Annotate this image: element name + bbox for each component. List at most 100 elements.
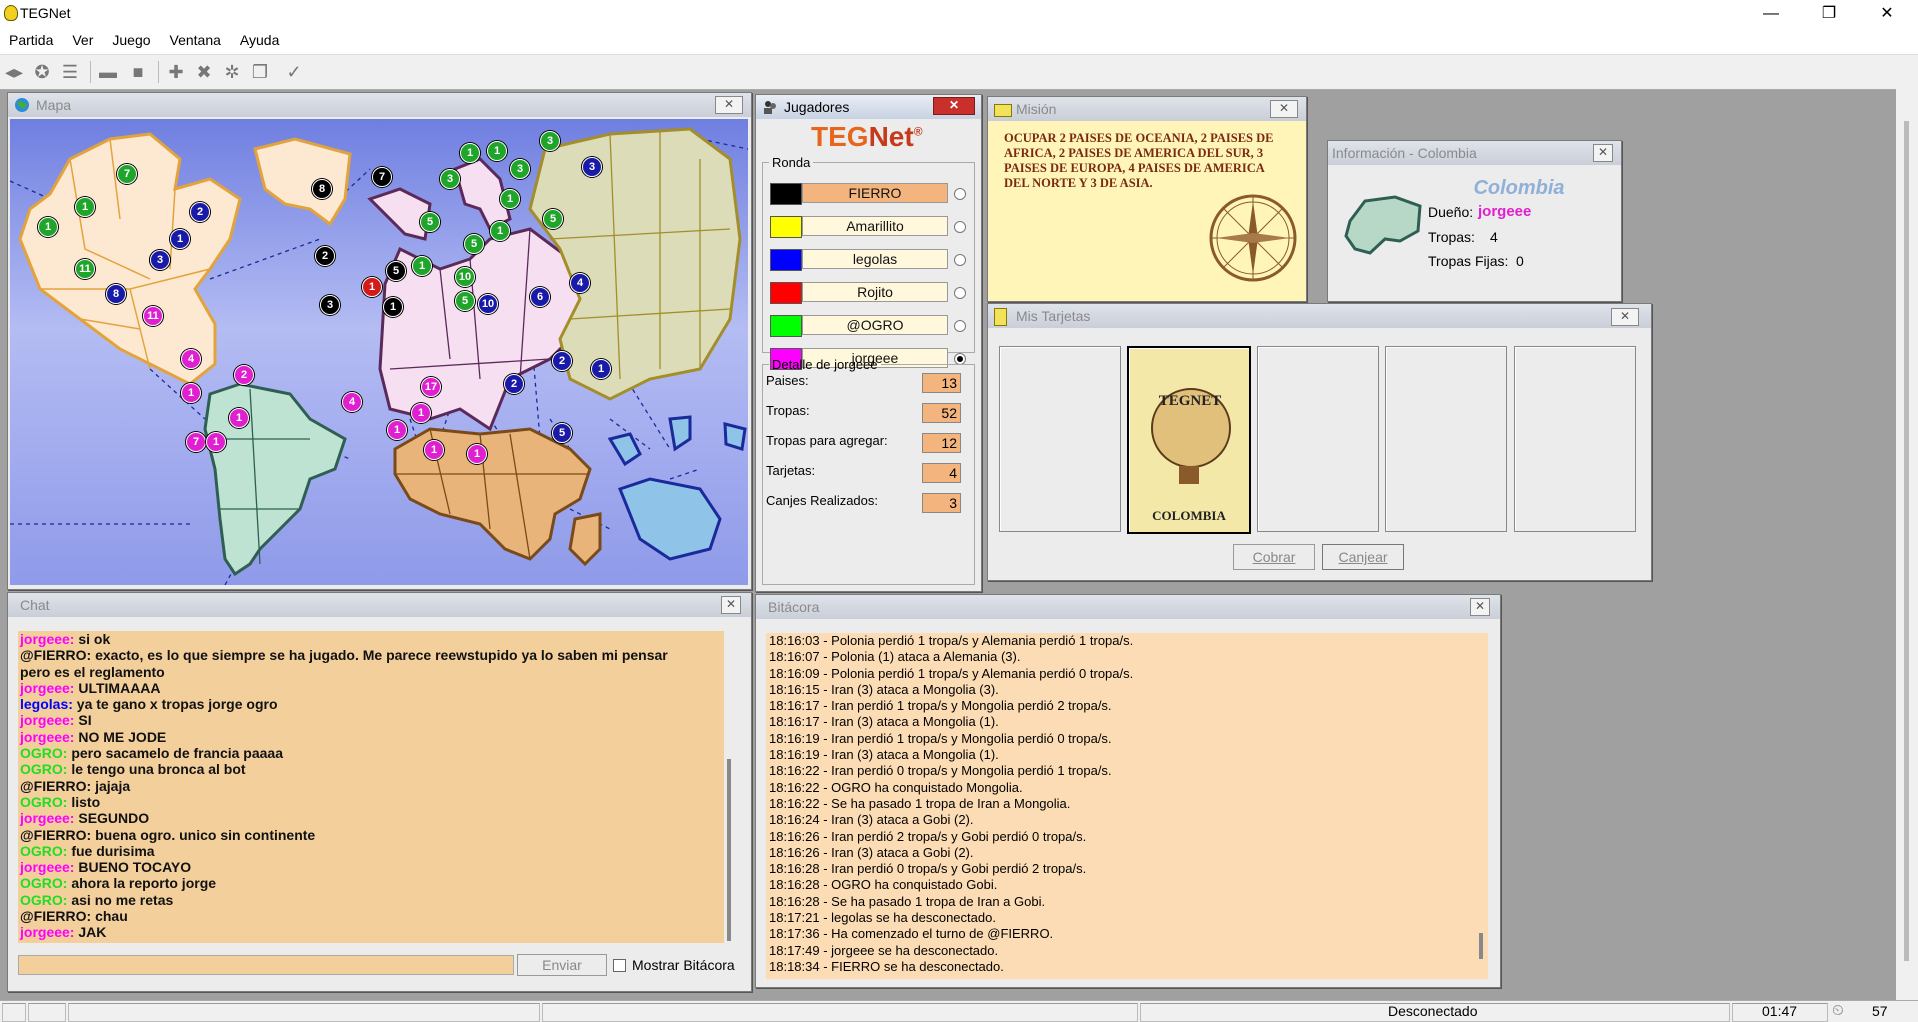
cross-icon[interactable]: ✖ xyxy=(192,61,216,83)
army-marker[interactable]: 1 xyxy=(383,297,403,317)
army-marker[interactable]: 2 xyxy=(190,202,210,222)
log-line: 18:16:22 - Iran perdió 0 tropa/s y Mongo… xyxy=(769,763,1112,779)
connect-icon[interactable]: ◂▸ xyxy=(2,61,26,83)
player-row[interactable]: Rojito xyxy=(770,280,966,304)
player-radio[interactable] xyxy=(954,221,966,233)
army-marker[interactable]: 1 xyxy=(75,197,95,217)
army-marker[interactable]: 3 xyxy=(540,131,560,151)
army-marker[interactable]: 5 xyxy=(455,291,475,311)
player-radio[interactable] xyxy=(954,320,966,332)
army-marker[interactable]: 1 xyxy=(487,141,507,161)
army-marker[interactable]: 7 xyxy=(186,432,206,452)
army-marker[interactable]: 1 xyxy=(229,408,249,428)
army-marker[interactable]: 1 xyxy=(460,143,480,163)
card-slot-4[interactable] xyxy=(1385,346,1507,532)
army-marker[interactable]: 1 xyxy=(206,432,226,452)
army-marker[interactable]: 1 xyxy=(424,440,444,460)
army-marker[interactable]: 1 xyxy=(181,383,201,403)
army-marker[interactable]: 1 xyxy=(500,189,520,209)
card-slot-1[interactable] xyxy=(999,346,1121,532)
right-scrollbar[interactable] xyxy=(1896,89,1918,1000)
army-marker[interactable]: 5 xyxy=(552,423,572,443)
army-marker[interactable]: 5 xyxy=(420,212,440,232)
player-row[interactable]: legolas xyxy=(770,247,966,271)
army-marker[interactable]: 7 xyxy=(117,164,137,184)
army-marker[interactable]: 10 xyxy=(455,267,475,287)
send-button[interactable]: Enviar xyxy=(517,954,607,976)
player-radio[interactable] xyxy=(954,188,966,200)
map-close-button[interactable]: ✕ xyxy=(715,96,743,114)
army-marker[interactable]: 3 xyxy=(510,159,530,179)
army-marker[interactable]: 1 xyxy=(591,359,611,379)
army-marker[interactable]: 2 xyxy=(504,374,524,394)
army-marker[interactable]: 5 xyxy=(543,209,563,229)
army-marker[interactable]: 11 xyxy=(75,259,95,279)
add-icon[interactable]: ✚ xyxy=(164,61,188,83)
army-marker[interactable]: 6 xyxy=(530,287,550,307)
army-marker[interactable]: 1 xyxy=(38,217,58,237)
minimize-button[interactable]: — xyxy=(1742,0,1800,28)
menu-ayuda[interactable]: Ayuda xyxy=(231,28,289,48)
army-marker[interactable]: 11 xyxy=(143,306,163,326)
world-map[interactable]: 7111132138118725131155105101133311536442… xyxy=(10,119,748,585)
cobrar-button[interactable]: Cobrar xyxy=(1233,544,1315,570)
army-marker[interactable]: 2 xyxy=(315,246,335,266)
player-radio[interactable] xyxy=(954,254,966,266)
army-marker[interactable]: 2 xyxy=(552,351,572,371)
restore-button[interactable]: ❐ xyxy=(1800,0,1858,28)
card-colombia[interactable]: TEGNET COLOMBIA xyxy=(1127,346,1251,534)
army-marker[interactable]: 8 xyxy=(106,284,126,304)
gear-icon[interactable]: ✲ xyxy=(220,61,244,83)
army-marker[interactable]: 1 xyxy=(387,420,407,440)
canjear-button[interactable]: Canjear xyxy=(1322,544,1404,570)
copy-icon[interactable]: ❐ xyxy=(248,61,272,83)
army-marker[interactable]: 10 xyxy=(478,294,498,314)
army-marker[interactable]: 7 xyxy=(372,167,392,187)
chat-close-button[interactable]: ✕ xyxy=(721,596,741,614)
army-marker[interactable]: 1 xyxy=(170,229,190,249)
army-marker[interactable]: 1 xyxy=(412,256,432,276)
army-marker[interactable]: 5 xyxy=(386,261,406,281)
mission-close-button[interactable]: ✕ xyxy=(1270,100,1298,118)
info-close-button[interactable]: ✕ xyxy=(1593,144,1613,162)
army-marker[interactable]: 8 xyxy=(312,179,332,199)
log-scrollbar[interactable] xyxy=(1476,633,1488,979)
list-icon[interactable]: ☰ xyxy=(58,61,82,83)
log-close-button[interactable]: ✕ xyxy=(1470,598,1490,616)
chat-scrollbar[interactable] xyxy=(724,631,736,943)
menu-ver[interactable]: Ver xyxy=(63,28,103,48)
army-marker[interactable]: 5 xyxy=(464,234,484,254)
menu-ventana[interactable]: Ventana xyxy=(161,28,231,48)
stop-icon[interactable]: ■ xyxy=(126,61,150,83)
players-close-button[interactable]: ✕ xyxy=(933,97,975,115)
board-icon[interactable]: ▬ xyxy=(96,61,120,83)
army-marker[interactable]: 4 xyxy=(181,349,201,369)
player-row[interactable]: FIERRO xyxy=(770,181,966,205)
army-marker[interactable]: 4 xyxy=(342,392,362,412)
disconnect-icon[interactable]: ✪ xyxy=(30,61,54,83)
cards-close-button[interactable]: ✕ xyxy=(1611,308,1639,326)
menu-partida[interactable]: Partida xyxy=(0,28,63,48)
menu-juego[interactable]: Juego xyxy=(103,28,160,48)
player-row[interactable]: @OGRO xyxy=(770,313,966,337)
army-marker[interactable]: 1 xyxy=(490,221,510,241)
army-marker[interactable]: 1 xyxy=(467,444,487,464)
player-row[interactable]: Amarillito xyxy=(770,214,966,238)
card-slot-5[interactable] xyxy=(1514,346,1636,532)
show-log-checkbox[interactable] xyxy=(613,959,626,972)
close-button[interactable]: ✕ xyxy=(1858,0,1916,28)
army-marker[interactable]: 17 xyxy=(421,377,441,397)
army-marker[interactable]: 3 xyxy=(320,295,340,315)
chat-message: fue durisima xyxy=(67,842,155,859)
army-marker[interactable]: 1 xyxy=(411,403,431,423)
check-icon[interactable]: ✓ xyxy=(282,61,306,83)
army-marker[interactable]: 1 xyxy=(362,277,382,297)
player-radio[interactable] xyxy=(954,287,966,299)
army-marker[interactable]: 4 xyxy=(570,273,590,293)
army-marker[interactable]: 3 xyxy=(440,169,460,189)
army-marker[interactable]: 3 xyxy=(582,157,602,177)
army-marker[interactable]: 3 xyxy=(150,250,170,270)
card-slot-3[interactable] xyxy=(1257,346,1379,532)
chat-input[interactable] xyxy=(18,955,514,975)
army-marker[interactable]: 2 xyxy=(234,365,254,385)
